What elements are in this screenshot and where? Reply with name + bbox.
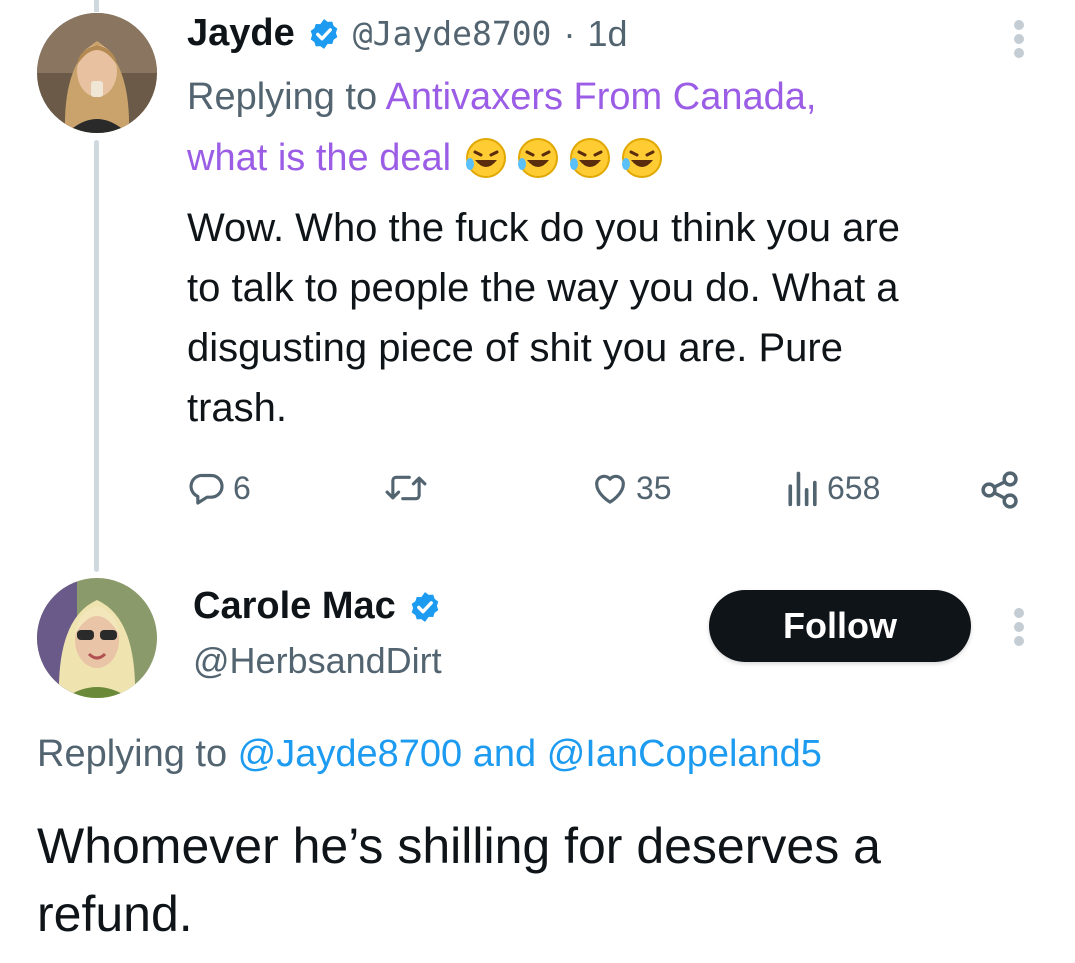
author-name[interactable]: Carole Mac [193, 585, 396, 628]
share-button[interactable] [978, 468, 1022, 512]
community-link[interactable]: Antivaxers From Canada, [386, 76, 817, 118]
reply-button[interactable]: 6 [187, 468, 251, 508]
timestamp[interactable]: 1d [587, 13, 627, 55]
tweet1-body: Wow. Who the fuck do you think you are t… [187, 198, 900, 438]
tweet2-body: Whomever he’s shilling for deserves a re… [37, 812, 881, 948]
body-line: Whomever he’s shilling for deserves a [37, 818, 881, 874]
author-handle[interactable]: @HerbsandDirt [193, 640, 442, 682]
body-line: disgusting piece of shit you are. Pure [187, 326, 843, 370]
replying-to: Replying to @Jayde8700 and @IanCopeland5 [37, 733, 822, 776]
tweet1-header: Jayde @Jayde8700 · 1d [187, 12, 627, 55]
replying-prefix: Replying to [37, 733, 238, 775]
views-button[interactable]: 658 [785, 468, 880, 508]
community-link-cont[interactable]: what is the deal [187, 137, 451, 180]
replying-prefix: Replying to [187, 76, 386, 118]
more-options-icon[interactable] [1004, 606, 1034, 653]
views-count: 658 [827, 469, 881, 506]
share-icon [978, 468, 1022, 512]
verified-badge-icon [408, 590, 442, 624]
reply-count: 6 [233, 469, 251, 506]
separator-dot: · [563, 12, 576, 54]
avatar-jayde[interactable] [37, 13, 157, 133]
author-handle[interactable]: @Jayde8700 [353, 14, 552, 53]
like-count: 35 [636, 469, 672, 506]
thread-connector [94, 140, 99, 572]
reply-icon [187, 468, 227, 508]
replying-to-line2: what is the deal [187, 136, 667, 180]
mention-conjunction: and [462, 733, 547, 775]
follow-button[interactable]: Follow [709, 590, 971, 662]
replying-to-line1: Replying to Antivaxers From Canada, [187, 76, 816, 119]
body-line: trash. [187, 386, 288, 430]
retweet-icon [383, 468, 429, 508]
avatar-carole[interactable] [37, 578, 157, 698]
body-line: to talk to people the way you do. What a [187, 266, 899, 310]
like-button[interactable]: 35 [590, 468, 672, 508]
mention-link[interactable]: @IanCopeland5 [547, 733, 822, 775]
verified-badge-icon [307, 17, 341, 51]
laughing-emoji-icons [461, 136, 667, 180]
tweet2-header: Carole Mac [193, 585, 442, 628]
like-icon [590, 468, 630, 508]
thread-connector-top [94, 0, 99, 12]
author-name[interactable]: Jayde [187, 12, 295, 55]
body-line: refund. [37, 886, 193, 942]
retweet-button[interactable] [383, 468, 429, 508]
more-options-icon[interactable] [1004, 18, 1034, 65]
body-line: Wow. Who the fuck do you think you are [187, 206, 900, 250]
views-icon [785, 468, 821, 508]
mention-link[interactable]: @Jayde8700 [238, 733, 463, 775]
